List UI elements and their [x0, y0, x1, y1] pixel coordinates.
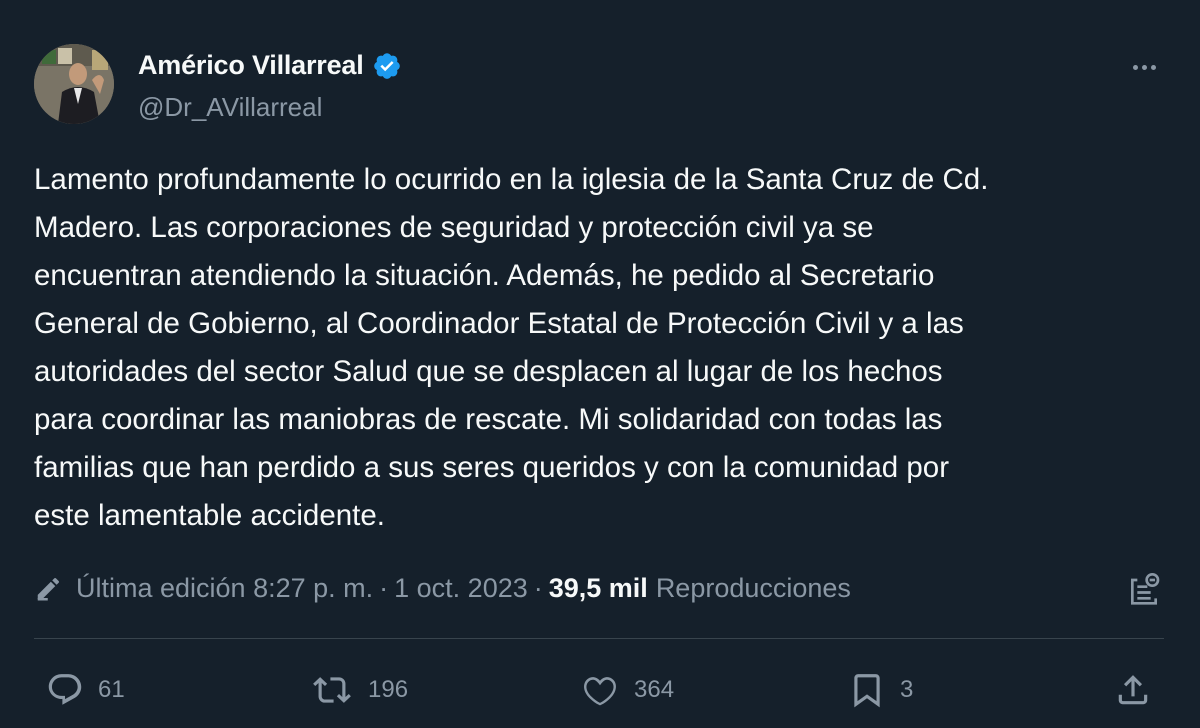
like-icon	[580, 671, 620, 709]
reply-count: 61	[98, 676, 125, 703]
reply-icon	[46, 671, 84, 709]
tweet-meta: Última edición 8:27 p. m. · 1 oct. 2023 …	[34, 568, 851, 608]
divider	[34, 638, 1164, 639]
author-handle[interactable]: @Dr_AVillarreal	[138, 92, 322, 123]
bookmark-icon	[848, 671, 886, 709]
analytics-icon[interactable]	[1124, 570, 1164, 610]
separator: ·	[379, 572, 389, 603]
tweet-text: Lamento profundamente lo ocurrido en la …	[34, 163, 989, 532]
like-button[interactable]: 364	[580, 664, 674, 716]
verified-icon[interactable]	[372, 51, 402, 81]
repost-icon	[310, 671, 354, 709]
share-button[interactable]	[1114, 664, 1152, 716]
edited-label[interactable]: Última edición 8:27 p. m.	[76, 573, 373, 604]
like-count: 364	[634, 676, 675, 703]
edit-icon[interactable]	[34, 573, 68, 603]
repost-button[interactable]: 196	[310, 664, 408, 716]
reply-button[interactable]: 61	[46, 664, 125, 716]
bookmark-count: 3	[900, 676, 914, 703]
repost-count: 196	[368, 676, 409, 703]
avatar[interactable]	[34, 44, 114, 124]
more-icon[interactable]	[1124, 52, 1164, 82]
author-row: Américo Villarreal	[138, 50, 402, 81]
tweet: Américo Villarreal @Dr_AVillarreal Lamen…	[0, 0, 1200, 728]
bookmark-button[interactable]: 3	[848, 664, 913, 716]
action-bar: 61 196 364 3	[0, 664, 1200, 716]
views-count: 39,5 mil	[548, 572, 648, 603]
share-icon	[1114, 671, 1152, 709]
separator: ·	[533, 572, 543, 603]
tweet-date[interactable]: 1 oct. 2023	[394, 573, 528, 604]
author-name[interactable]: Américo Villarreal	[138, 50, 364, 81]
views-label: Reproducciones	[655, 572, 851, 603]
